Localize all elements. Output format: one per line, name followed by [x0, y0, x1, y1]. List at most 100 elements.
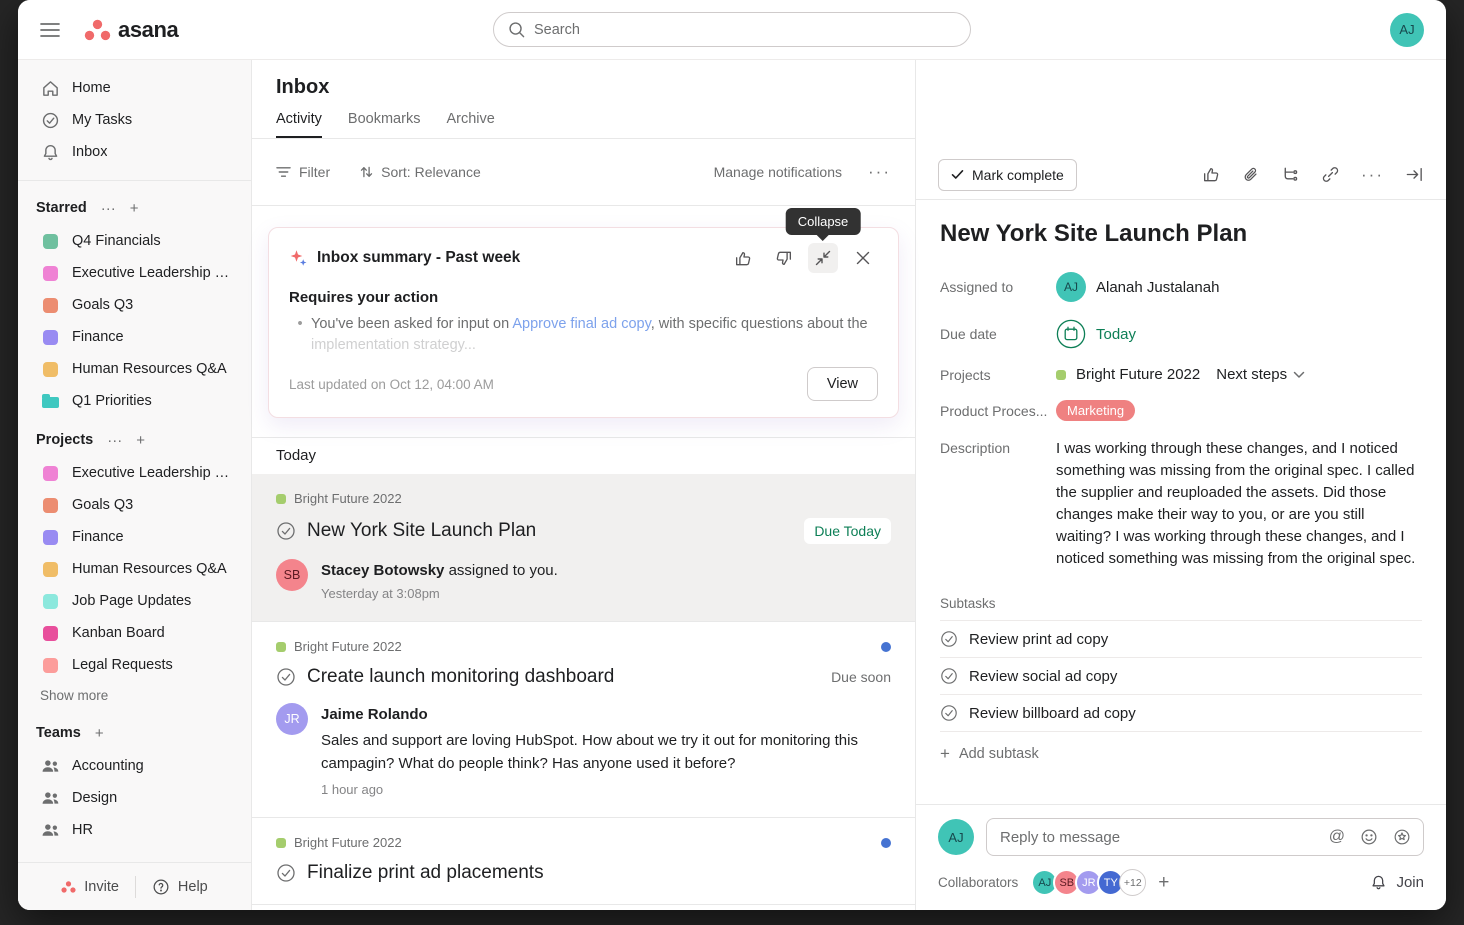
check-circle-icon[interactable]: [276, 667, 296, 687]
calendar-icon: [1056, 319, 1086, 349]
hamburger-menu-icon[interactable]: [40, 22, 60, 38]
projects-add-icon[interactable]: +: [136, 433, 145, 448]
check-circle-icon[interactable]: [276, 863, 296, 883]
mark-complete-button[interactable]: Mark complete: [938, 159, 1077, 191]
user-avatar[interactable]: AJ: [1390, 13, 1424, 47]
notification-create-dashboard[interactable]: Bright Future 2022 Create launch monitor…: [252, 622, 915, 818]
attachment-icon[interactable]: [1242, 166, 1260, 184]
sidebar-project-hr-qa[interactable]: Human Resources Q&A: [18, 553, 251, 585]
sidebar-item-q1-priorities[interactable]: Q1 Priorities: [18, 385, 251, 417]
due-date-field[interactable]: Due date Today: [940, 319, 1422, 349]
sidebar-team-hr[interactable]: HR: [18, 814, 251, 846]
starred-more-icon[interactable]: ···: [101, 201, 116, 216]
manage-notifications-link[interactable]: Manage notifications: [714, 164, 842, 180]
sidebar-team-design[interactable]: Design: [18, 782, 251, 814]
starred-add-icon[interactable]: +: [130, 201, 139, 216]
mention-icon[interactable]: @: [1329, 828, 1345, 846]
toolbar-more-icon[interactable]: ···: [868, 162, 891, 182]
sidebar-item-goals-q3[interactable]: Goals Q3: [18, 289, 251, 321]
subtask-row[interactable]: Review social ad copy: [940, 657, 1422, 694]
sidebar-item-executive-leadership[interactable]: Executive Leadership Gr...: [18, 257, 251, 289]
notification-finalize-print-ads[interactable]: Bright Future 2022 Finalize print ad pla…: [252, 818, 915, 905]
more-collaborators-count[interactable]: +12: [1119, 869, 1146, 896]
collapse-panel-icon[interactable]: [1405, 165, 1424, 184]
sidebar-item-label: Human Resources Q&A: [72, 361, 227, 377]
field-label: Assigned to: [940, 279, 1056, 295]
tab-activity[interactable]: Activity: [276, 111, 322, 138]
teams-title: Teams: [36, 725, 81, 741]
sidebar-item-my-tasks[interactable]: My Tasks: [18, 104, 251, 136]
join-button[interactable]: Join: [1370, 874, 1424, 891]
unread-indicator: [881, 838, 891, 848]
asana-logo[interactable]: asana: [84, 17, 178, 43]
sidebar-item-label: My Tasks: [72, 112, 132, 128]
task-title: New York Site Launch Plan: [940, 220, 1422, 248]
notification-new-york-site-launch[interactable]: Bright Future 2022 New York Site Launch …: [252, 474, 915, 622]
thumbs-down-icon[interactable]: [768, 243, 798, 273]
link-icon[interactable]: [1321, 165, 1340, 184]
project-color-swatch: [43, 266, 58, 281]
sidebar-item-finance[interactable]: Finance: [18, 321, 251, 353]
add-subtask-button[interactable]: + Add subtask: [940, 732, 1422, 775]
sidebar-item-label: Finance: [72, 529, 124, 545]
sidebar-item-q4-financials[interactable]: Q4 Financials: [18, 225, 251, 257]
like-icon[interactable]: [1202, 165, 1221, 184]
sidebar-item-label: Accounting: [72, 758, 144, 774]
notification-title: Finalize print ad placements: [307, 862, 544, 884]
sidebar-project-executive-leadership[interactable]: Executive Leadership Gr...: [18, 457, 251, 489]
search-input[interactable]: Search: [493, 12, 971, 47]
sidebar-item-inbox[interactable]: Inbox: [18, 136, 251, 168]
subtask-row[interactable]: Review billboard ad copy: [940, 694, 1422, 732]
sidebar-project-legal-requests[interactable]: Legal Requests: [18, 649, 251, 681]
sidebar-scroll: Home My Tasks Inbox Starred ··· +: [18, 60, 251, 862]
description-field[interactable]: Description I was working through these …: [940, 438, 1422, 570]
assignee-field[interactable]: Assigned to AJ Alanah Justalanah: [940, 272, 1422, 302]
projects-field[interactable]: Projects Bright Future 2022 Next steps: [940, 366, 1422, 383]
emoji-icon[interactable]: [1360, 828, 1378, 846]
search-icon: [508, 21, 525, 38]
collapse-icon[interactable]: Collapse: [808, 243, 838, 273]
field-label: Description: [940, 438, 1056, 456]
sidebar-item-label: Human Resources Q&A: [72, 561, 227, 577]
tab-archive[interactable]: Archive: [446, 111, 494, 138]
sidebar-item-label: Q1 Priorities: [72, 393, 152, 409]
assignee-avatar: AJ: [1056, 272, 1086, 302]
sidebar-project-finance[interactable]: Finance: [18, 521, 251, 553]
projects-more-icon[interactable]: ···: [107, 433, 122, 448]
task-more-icon[interactable]: ···: [1361, 165, 1384, 185]
check-circle-icon[interactable]: [940, 704, 958, 722]
view-button[interactable]: View: [807, 367, 878, 401]
invite-button[interactable]: Invite: [61, 879, 119, 895]
project-section[interactable]: Next steps: [1216, 366, 1305, 383]
appreciation-icon[interactable]: [1393, 828, 1411, 846]
check-circle-icon[interactable]: [940, 630, 958, 648]
sidebar-team-accounting[interactable]: Accounting: [18, 750, 251, 782]
sort-button[interactable]: Sort: Relevance: [360, 164, 481, 180]
thumbs-up-icon[interactable]: [728, 243, 758, 273]
sidebar-project-kanban-board[interactable]: Kanban Board: [18, 617, 251, 649]
filter-button[interactable]: Filter: [276, 164, 330, 180]
sidebar-project-job-page-updates[interactable]: Job Page Updates: [18, 585, 251, 617]
task-link[interactable]: Approve final ad copy: [512, 316, 650, 332]
project-color-dot: [1056, 370, 1066, 380]
due-date-value: Today: [1096, 326, 1136, 343]
project-color-swatch: [43, 658, 58, 673]
check-circle-icon[interactable]: [276, 521, 296, 541]
teams-add-icon[interactable]: +: [95, 726, 104, 741]
tab-bookmarks[interactable]: Bookmarks: [348, 111, 421, 138]
notification-title: New York Site Launch Plan: [307, 520, 536, 542]
inbox-header: Inbox Activity Bookmarks Archive: [252, 60, 915, 138]
check-circle-icon[interactable]: [940, 667, 958, 685]
sidebar-item-hr-qa[interactable]: Human Resources Q&A: [18, 353, 251, 385]
close-icon[interactable]: [848, 243, 878, 273]
custom-field[interactable]: Product Proces... Marketing: [940, 400, 1422, 421]
show-more-link[interactable]: Show more: [18, 681, 251, 710]
help-button[interactable]: Help: [152, 878, 208, 896]
actor-name: Stacey Botowsky: [321, 562, 444, 579]
sidebar-item-home[interactable]: Home: [18, 72, 251, 104]
subtask-row[interactable]: Review print ad copy: [940, 620, 1422, 657]
add-collaborator-button[interactable]: +: [1158, 873, 1169, 892]
sidebar-project-goals-q3[interactable]: Goals Q3: [18, 489, 251, 521]
marketing-tag[interactable]: Marketing: [1056, 400, 1135, 421]
subtasks-icon[interactable]: [1281, 165, 1300, 184]
